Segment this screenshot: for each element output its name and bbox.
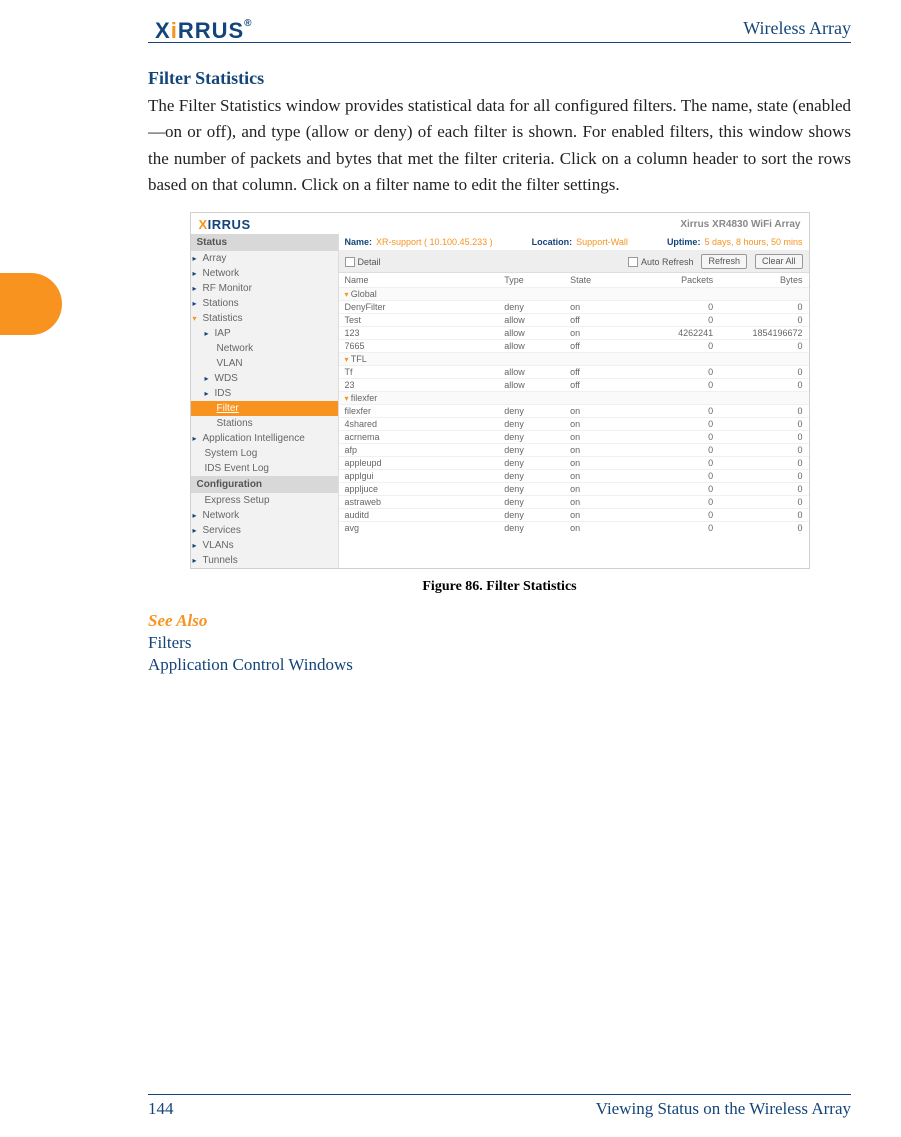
table-row[interactable]: 123allowon42622411854196672 <box>339 327 809 340</box>
table-row[interactable]: appljucedenyon00 <box>339 483 809 496</box>
table-row[interactable]: auditddenyon00 <box>339 509 809 522</box>
toolbar: Detail Auto Refresh Refresh Clear All <box>339 251 809 273</box>
table-row[interactable]: avgdenyon00 <box>339 522 809 535</box>
page-number: 144 <box>148 1099 174 1119</box>
col-name[interactable]: Name <box>339 273 499 288</box>
sidebar-item-network[interactable]: Network <box>191 508 338 523</box>
sidebar-item-application-intelligence[interactable]: Application Intelligence <box>191 431 338 446</box>
footer-rule <box>148 1094 851 1095</box>
info-bar: Name: XR-support ( 10.100.45.233 ) Locat… <box>339 234 809 251</box>
sidebar-status-header: Status <box>191 234 338 251</box>
section-heading: Filter Statistics <box>148 68 851 89</box>
table-row[interactable]: astrawebdenyon00 <box>339 496 809 509</box>
refresh-button[interactable]: Refresh <box>701 254 747 269</box>
sidebar-item-array[interactable]: Array <box>191 251 338 266</box>
shot-model: Xirrus XR4830 WiFi Array <box>680 219 800 230</box>
table-row[interactable]: applguidenyon00 <box>339 470 809 483</box>
auto-refresh-checkbox[interactable]: Auto Refresh <box>628 257 694 268</box>
figure-caption: Figure 86. Filter Statistics <box>148 579 851 595</box>
sidebar-item-network[interactable]: Network <box>191 341 338 356</box>
sidebar-item-services[interactable]: Services <box>191 523 338 538</box>
sidebar-item-wds[interactable]: WDS <box>191 371 338 386</box>
shot-main: Name: XR-support ( 10.100.45.233 ) Locat… <box>339 234 809 568</box>
table-row[interactable]: filexferdenyon00 <box>339 405 809 418</box>
sidebar-item-vlans[interactable]: VLANs <box>191 538 338 553</box>
link-filters[interactable]: Filters <box>148 633 851 653</box>
doc-title: Wireless Array <box>743 18 851 39</box>
table-row[interactable]: DenyFilterdenyon00 <box>339 301 809 314</box>
body-paragraph: The Filter Statistics window provides st… <box>148 93 851 198</box>
col-state[interactable]: State <box>564 273 630 288</box>
clear-all-button[interactable]: Clear All <box>755 254 803 269</box>
screenshot: XIRRUS Xirrus XR4830 WiFi Array Status A… <box>190 212 810 569</box>
table-row[interactable]: 23allowoff00 <box>339 379 809 392</box>
sidebar-item-stations[interactable]: Stations <box>191 296 338 311</box>
table-row[interactable]: Tfallowoff00 <box>339 366 809 379</box>
table-row[interactable]: Testallowoff00 <box>339 314 809 327</box>
table-row[interactable]: appleupddenyon00 <box>339 457 809 470</box>
sidebar-item-tunnels[interactable]: Tunnels <box>191 553 338 568</box>
sidebar-statistics[interactable]: Statistics <box>191 311 338 326</box>
sidebar-filter-selected[interactable]: Filter <box>191 401 338 416</box>
thumb-tab <box>0 273 62 335</box>
sidebar-item-ids-event-log[interactable]: IDS Event Log <box>191 461 338 476</box>
col-type[interactable]: Type <box>498 273 564 288</box>
sidebar-item-system-log[interactable]: System Log <box>191 446 338 461</box>
shot-logo: XIRRUS <box>199 217 251 232</box>
table-row[interactable]: acrnemadenyon00 <box>339 431 809 444</box>
filter-table: Name Type State Packets Bytes GlobalDeny… <box>339 273 809 534</box>
header-rule <box>148 42 851 43</box>
sidebar-item-ids[interactable]: IDS <box>191 386 338 401</box>
sidebar-item-vlan[interactable]: VLAN <box>191 356 338 371</box>
sidebar-item-stations[interactable]: Stations <box>191 416 338 431</box>
table-row[interactable]: afpdenyon00 <box>339 444 809 457</box>
link-app-control[interactable]: Application Control Windows <box>148 655 851 675</box>
sidebar-item-iap[interactable]: IAP <box>191 326 338 341</box>
col-bytes[interactable]: Bytes <box>719 273 808 288</box>
sidebar-item-rf-monitor[interactable]: RF Monitor <box>191 281 338 296</box>
sidebar-item-express-setup[interactable]: Express Setup <box>191 493 338 508</box>
group-filexfer[interactable]: filexfer <box>339 392 809 405</box>
table-row[interactable]: 4shareddenyon00 <box>339 418 809 431</box>
brand-logo: XiRRUS® <box>155 18 253 44</box>
sidebar-item-network[interactable]: Network <box>191 266 338 281</box>
sidebar-config-header: Configuration <box>191 476 338 493</box>
col-packets[interactable]: Packets <box>630 273 719 288</box>
detail-checkbox[interactable]: Detail <box>345 257 381 268</box>
chapter-title: Viewing Status on the Wireless Array <box>596 1099 851 1119</box>
group-global[interactable]: Global <box>339 288 809 301</box>
group-tfl[interactable]: TFL <box>339 353 809 366</box>
see-also-heading: See Also <box>148 611 851 631</box>
table-row[interactable]: 7665allowoff00 <box>339 340 809 353</box>
shot-sidebar: Status ArrayNetworkRF MonitorStations St… <box>191 234 339 568</box>
